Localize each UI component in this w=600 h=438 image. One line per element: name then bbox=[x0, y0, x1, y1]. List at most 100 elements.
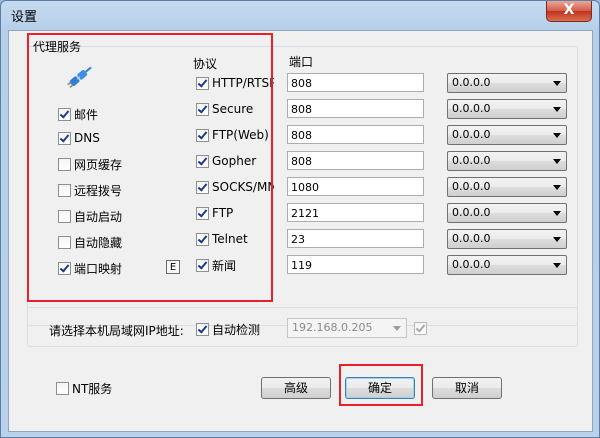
service-mail-check-box[interactable] bbox=[58, 107, 71, 121]
chevron-down-icon bbox=[553, 133, 561, 138]
advanced-button[interactable]: 高级 bbox=[261, 377, 331, 399]
service-mail-checkbox[interactable]: 邮件 bbox=[58, 106, 98, 122]
port-input[interactable]: 23 bbox=[287, 229, 424, 248]
chevron-down-icon bbox=[553, 159, 561, 164]
protocol-check-box[interactable] bbox=[196, 102, 209, 116]
bind-ip-value: 0.0.0.0 bbox=[452, 102, 491, 115]
protocol-label: FTP(Web) bbox=[212, 128, 269, 142]
service-auto-start-label: 自动启动 bbox=[74, 209, 123, 224]
service-web-cache-check-box[interactable] bbox=[58, 157, 71, 171]
bind-ip-select[interactable]: 0.0.0.0 bbox=[447, 255, 567, 275]
bind-ip-select[interactable]: 0.0.0.0 bbox=[447, 73, 567, 93]
service-port-mapping-checkbox[interactable]: 端口映射 bbox=[58, 260, 122, 276]
protocol-checkbox[interactable]: Gopher bbox=[196, 153, 274, 169]
bind-ip-select[interactable]: 0.0.0.0 bbox=[447, 203, 567, 223]
protocol-check-box[interactable] bbox=[196, 154, 209, 168]
dialog-body: 代理服务 邮件 DNS 网页缓存远程拨号自动启动自动隐藏端口映射 E 协议 端口 H… bbox=[8, 30, 593, 432]
protocol-checkbox[interactable]: FTP(Web) bbox=[196, 127, 274, 143]
bind-ip-value: 0.0.0.0 bbox=[452, 128, 491, 141]
service-dns-checkbox[interactable]: DNS bbox=[58, 130, 100, 146]
port-input[interactable]: 1080 bbox=[287, 177, 424, 196]
chevron-down-icon bbox=[553, 237, 561, 242]
service-port-mapping-check-box[interactable] bbox=[58, 261, 71, 275]
service-remote-dial-check-box[interactable] bbox=[58, 183, 71, 197]
bind-ip-select[interactable]: 0.0.0.0 bbox=[447, 99, 567, 119]
service-mail-label: 邮件 bbox=[74, 107, 99, 122]
service-auto-start-check-box[interactable] bbox=[58, 209, 71, 223]
protocol-label: Gopher bbox=[212, 154, 257, 168]
protocol-checkbox[interactable]: 新闻 bbox=[196, 257, 274, 273]
port-input[interactable]: 808 bbox=[287, 125, 424, 144]
protocol-checkbox[interactable]: FTP bbox=[196, 205, 274, 221]
auto-detect-checkbox[interactable]: 自动检测 bbox=[196, 321, 260, 337]
protocol-checkbox[interactable]: HTTP/RTSP bbox=[196, 75, 274, 91]
auto-detect-check-box[interactable] bbox=[196, 322, 209, 336]
protocol-header: 协议 bbox=[193, 57, 218, 71]
cancel-button[interactable]: 取消 bbox=[432, 377, 502, 399]
service-port-mapping-label: 端口映射 bbox=[74, 261, 123, 276]
protocol-label: Secure bbox=[212, 102, 254, 116]
port-input[interactable]: 119 bbox=[287, 255, 424, 274]
bind-ip-value: 0.0.0.0 bbox=[452, 206, 491, 219]
lan-ip-value: 192.168.0.205 bbox=[292, 321, 373, 334]
protocol-check-box[interactable] bbox=[196, 206, 209, 220]
protocol-label: SOCKS/MMS bbox=[212, 180, 274, 194]
title-bar[interactable]: 设置 X bbox=[1, 1, 599, 29]
ok-button[interactable]: 确定 bbox=[345, 377, 415, 399]
service-auto-hide-check-box[interactable] bbox=[58, 235, 71, 249]
nt-service-label: NT服务 bbox=[72, 381, 113, 396]
protocol-check-box[interactable] bbox=[196, 232, 209, 246]
service-dns-label: DNS bbox=[74, 131, 100, 145]
bind-ip-select[interactable]: 0.0.0.0 bbox=[447, 177, 567, 197]
bind-ip-select[interactable]: 0.0.0.0 bbox=[447, 229, 567, 249]
port-input[interactable]: 2121 bbox=[287, 203, 424, 222]
chevron-down-icon bbox=[553, 107, 561, 112]
nt-service-checkbox[interactable]: NT服务 bbox=[56, 380, 112, 396]
bind-ip-select[interactable]: 0.0.0.0 bbox=[447, 151, 567, 171]
lan-ip-select[interactable]: 192.168.0.205 bbox=[287, 318, 407, 338]
bind-ip-value: 0.0.0.0 bbox=[452, 258, 491, 271]
port-input[interactable]: 808 bbox=[287, 151, 424, 170]
service-remote-dial-label: 远程拨号 bbox=[74, 183, 123, 198]
bind-ip-value: 0.0.0.0 bbox=[452, 76, 491, 89]
auto-detect-label: 自动检测 bbox=[212, 322, 261, 337]
service-auto-hide-label: 自动隐藏 bbox=[74, 235, 123, 250]
close-icon: X bbox=[563, 2, 575, 18]
bind-ip-select[interactable]: 0.0.0.0 bbox=[447, 125, 567, 145]
protocol-checkbox[interactable]: Secure bbox=[196, 101, 274, 117]
nt-service-check-box[interactable] bbox=[56, 381, 69, 395]
chevron-down-icon bbox=[553, 185, 561, 190]
port-mapping-edit-button[interactable]: E bbox=[166, 260, 180, 274]
service-web-cache-label: 网页缓存 bbox=[74, 157, 123, 172]
port-header: 端口 bbox=[289, 55, 314, 69]
protocol-label: HTTP/RTSP bbox=[212, 76, 274, 90]
port-input[interactable]: 808 bbox=[287, 99, 424, 118]
protocol-check-box[interactable] bbox=[196, 76, 209, 90]
protocol-checkbox[interactable]: SOCKS/MMS bbox=[196, 179, 274, 195]
protocol-check-box[interactable] bbox=[196, 258, 209, 272]
network-plug-icon bbox=[67, 66, 92, 88]
protocol-checkbox[interactable]: Telnet bbox=[196, 231, 274, 247]
chevron-down-icon bbox=[393, 326, 401, 331]
port-input[interactable]: 808 bbox=[287, 73, 424, 92]
service-auto-start-checkbox[interactable]: 自动启动 bbox=[58, 208, 122, 224]
settings-window: 设置 X 代理服务 邮件 DNS 网页缓存远程拨号自动启动自动隐藏端口映射 E 协议… bbox=[0, 0, 600, 438]
chevron-down-icon bbox=[553, 211, 561, 216]
protocol-label: 新闻 bbox=[212, 258, 237, 273]
bind-ip-value: 0.0.0.0 bbox=[452, 180, 491, 193]
protocol-check-box[interactable] bbox=[196, 128, 209, 142]
proxy-service-label: 代理服务 bbox=[33, 40, 82, 54]
service-remote-dial-checkbox[interactable]: 远程拨号 bbox=[58, 182, 122, 198]
close-button[interactable]: X bbox=[546, 1, 592, 22]
protocol-check-box[interactable] bbox=[196, 180, 209, 194]
chevron-down-icon bbox=[553, 81, 561, 86]
protocol-label: FTP bbox=[212, 206, 234, 220]
window-title: 设置 bbox=[11, 10, 38, 25]
service-web-cache-checkbox[interactable]: 网页缓存 bbox=[58, 156, 122, 172]
lan-ip-confirm-checkbox[interactable] bbox=[414, 320, 430, 336]
lan-ip-confirm-check-box[interactable] bbox=[414, 321, 427, 335]
chevron-down-icon bbox=[553, 263, 561, 268]
service-auto-hide-checkbox[interactable]: 自动隐藏 bbox=[58, 234, 122, 250]
protocol-label: Telnet bbox=[212, 232, 248, 246]
service-dns-check-box[interactable] bbox=[58, 131, 71, 145]
